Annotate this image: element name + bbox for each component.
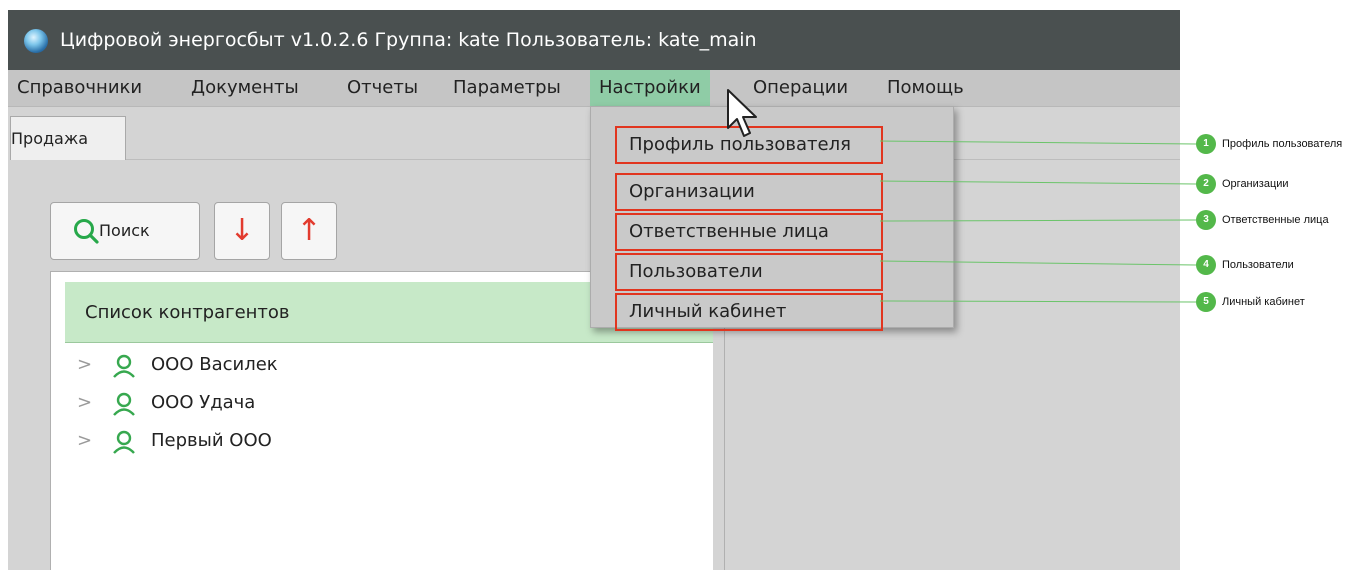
callout-connectors xyxy=(879,140,1197,303)
callout-badge: 2 xyxy=(1196,174,1216,194)
callout-label: Организации xyxy=(1222,178,1289,190)
callout-badge: 5 xyxy=(1196,292,1216,312)
callout-badge: 1 xyxy=(1196,134,1216,154)
callout-badge: 3 xyxy=(1196,210,1216,230)
callout-label: Личный кабинет xyxy=(1222,296,1305,308)
callout-label: Ответственные лица xyxy=(1222,214,1329,226)
callout-label: Пользователи xyxy=(1222,259,1294,271)
callout-badge: 4 xyxy=(1196,255,1216,275)
callout-label: Профиль пользователя xyxy=(1222,138,1343,150)
